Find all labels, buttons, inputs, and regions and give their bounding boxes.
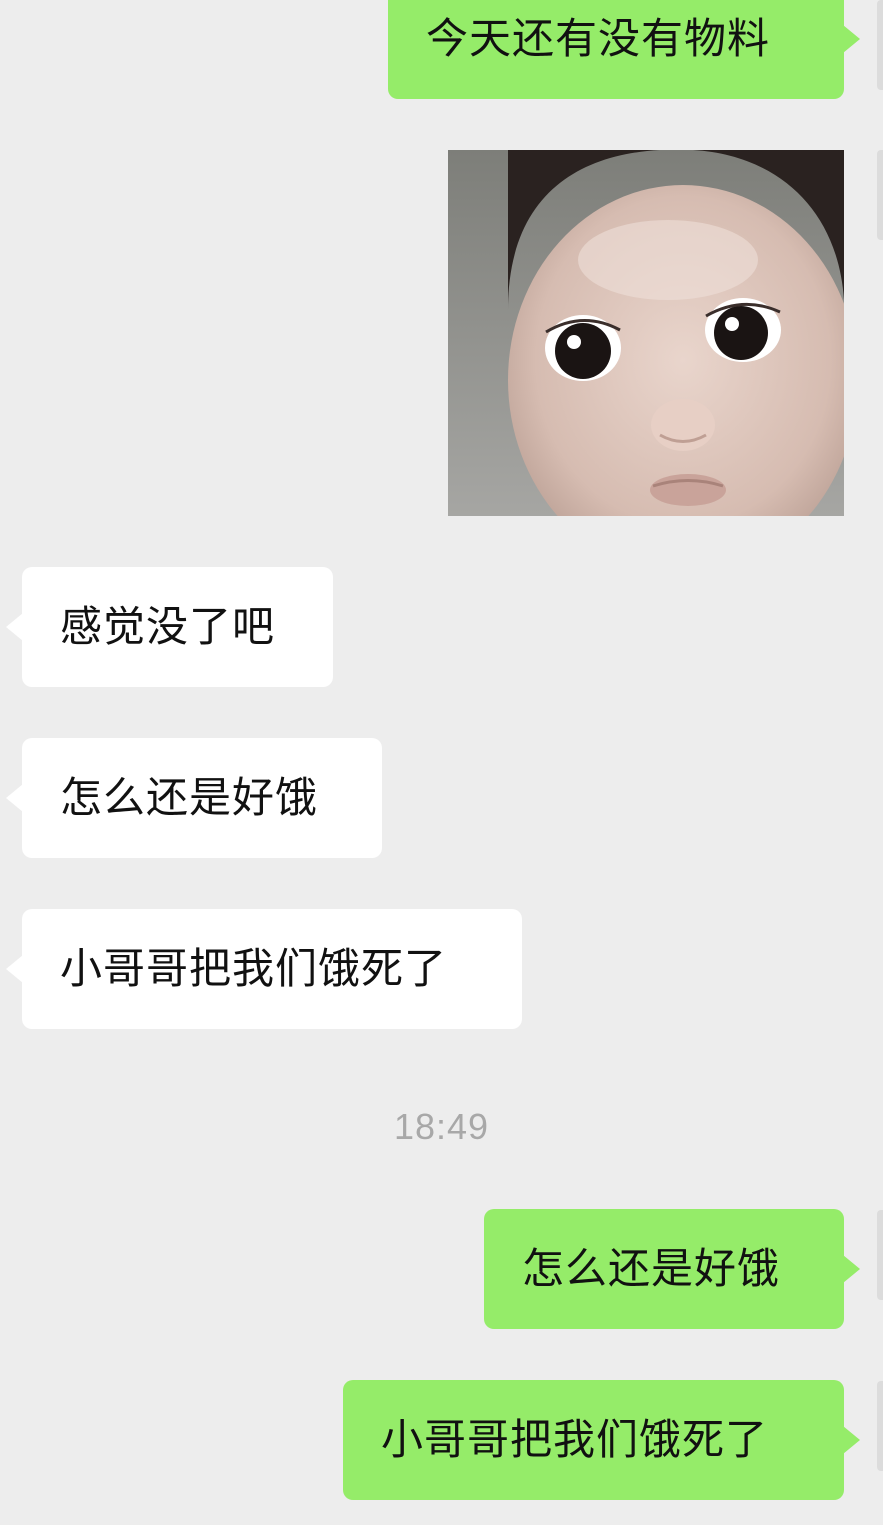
outgoing-message-bubble[interactable]: 怎么还是好饿 xyxy=(484,1209,860,1329)
message-text: 小哥哥把我们饿死了 xyxy=(381,1415,769,1464)
baby-face-sticker[interactable] xyxy=(448,150,844,516)
message-timestamp: 18:49 xyxy=(393,1106,490,1147)
avatar[interactable] xyxy=(877,150,883,240)
incoming-message-bubble[interactable]: 怎么还是好饿 xyxy=(6,738,382,858)
message-text: 怎么还是好饿 xyxy=(60,773,319,822)
chat-message-list[interactable]: 今天还有没有物料 感觉没了吧 怎么还是好饿 小哥哥把我们饿死了 18:49 怎么… xyxy=(0,0,883,1525)
message-text: 感觉没了吧 xyxy=(60,602,276,651)
message-text: 小哥哥把我们饿死了 xyxy=(60,944,448,993)
avatar[interactable] xyxy=(877,1210,883,1300)
message-text: 今天还有没有物料 xyxy=(426,14,771,63)
avatar[interactable] xyxy=(877,1381,883,1471)
baby-face-sticker-image xyxy=(448,150,844,516)
outgoing-message-bubble[interactable]: 今天还有没有物料 xyxy=(388,0,860,99)
incoming-message-bubble[interactable]: 小哥哥把我们饿死了 xyxy=(6,909,522,1029)
incoming-message-bubble[interactable]: 感觉没了吧 xyxy=(6,567,333,687)
avatar[interactable] xyxy=(877,0,883,90)
outgoing-message-bubble[interactable]: 小哥哥把我们饿死了 xyxy=(343,1380,860,1500)
message-text: 怎么还是好饿 xyxy=(522,1244,781,1293)
